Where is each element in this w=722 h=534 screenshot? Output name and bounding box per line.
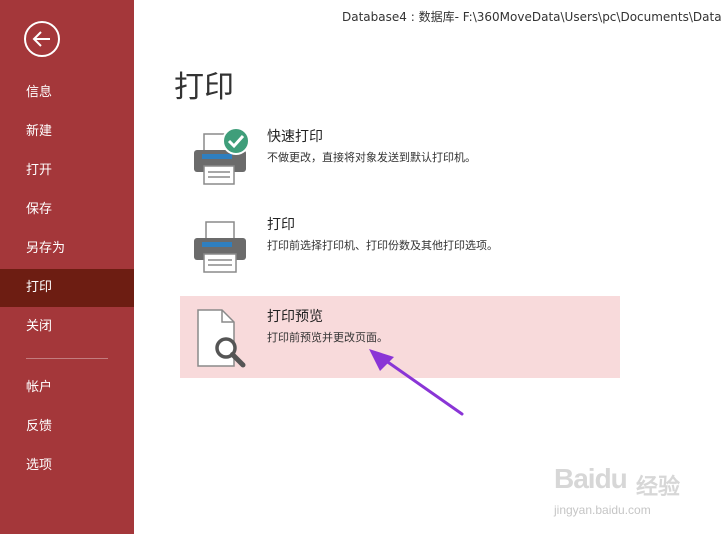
backstage-sidebar: 信息 新建 打开 保存 另存为 打印 关闭 帐户 反馈 选项	[0, 0, 134, 534]
nav-item-save-as[interactable]: 另存为	[0, 230, 134, 268]
nav-item-feedback[interactable]: 反馈	[0, 408, 134, 446]
watermark-brand: Bai	[554, 463, 596, 494]
page-title: 打印	[174, 70, 234, 105]
nav-item-info[interactable]: 信息	[0, 74, 134, 112]
print-option[interactable]: 打印 打印前选择打印机、打印份数及其他打印选项。	[180, 204, 620, 286]
nav-item-save[interactable]: 保存	[0, 191, 134, 229]
nav-item-account[interactable]: 帐户	[0, 369, 134, 407]
nav-item-open[interactable]: 打开	[0, 152, 134, 190]
baidu-watermark: Baidu 经验 jingyan.baidu.com	[552, 455, 717, 521]
nav-item-options[interactable]: 选项	[0, 447, 134, 485]
quick-print-option[interactable]: 快速打印 不做更改，直接将对象发送到默认打印机。	[180, 116, 620, 198]
window-title: Database4 : 数据库- F:\360MoveData\Users\pc…	[342, 10, 722, 24]
print-preview-icon	[197, 309, 246, 368]
option-description: 打印前选择打印机、打印份数及其他打印选项。	[267, 239, 498, 252]
option-title: 打印	[267, 217, 295, 233]
option-description: 打印前预览并更改页面。	[267, 331, 388, 344]
printer-icon	[194, 221, 246, 273]
watermark-brand-suffix: du	[594, 463, 628, 494]
back-button[interactable]	[24, 21, 60, 57]
back-arrow-icon	[32, 31, 50, 47]
watermark-url: jingyan.baidu.com	[554, 503, 651, 517]
nav-item-print[interactable]: 打印	[0, 269, 134, 307]
option-title: 快速打印	[267, 129, 323, 145]
option-description: 不做更改，直接将对象发送到默认打印机。	[267, 151, 476, 164]
option-title: 打印预览	[267, 309, 323, 325]
quick-print-icon	[194, 127, 250, 185]
annotation-arrow	[369, 349, 464, 416]
sidebar-divider	[26, 358, 108, 359]
nav-item-close[interactable]: 关闭	[0, 308, 134, 346]
nav-item-new[interactable]: 新建	[0, 113, 134, 151]
watermark-cn: 经验	[636, 475, 681, 500]
